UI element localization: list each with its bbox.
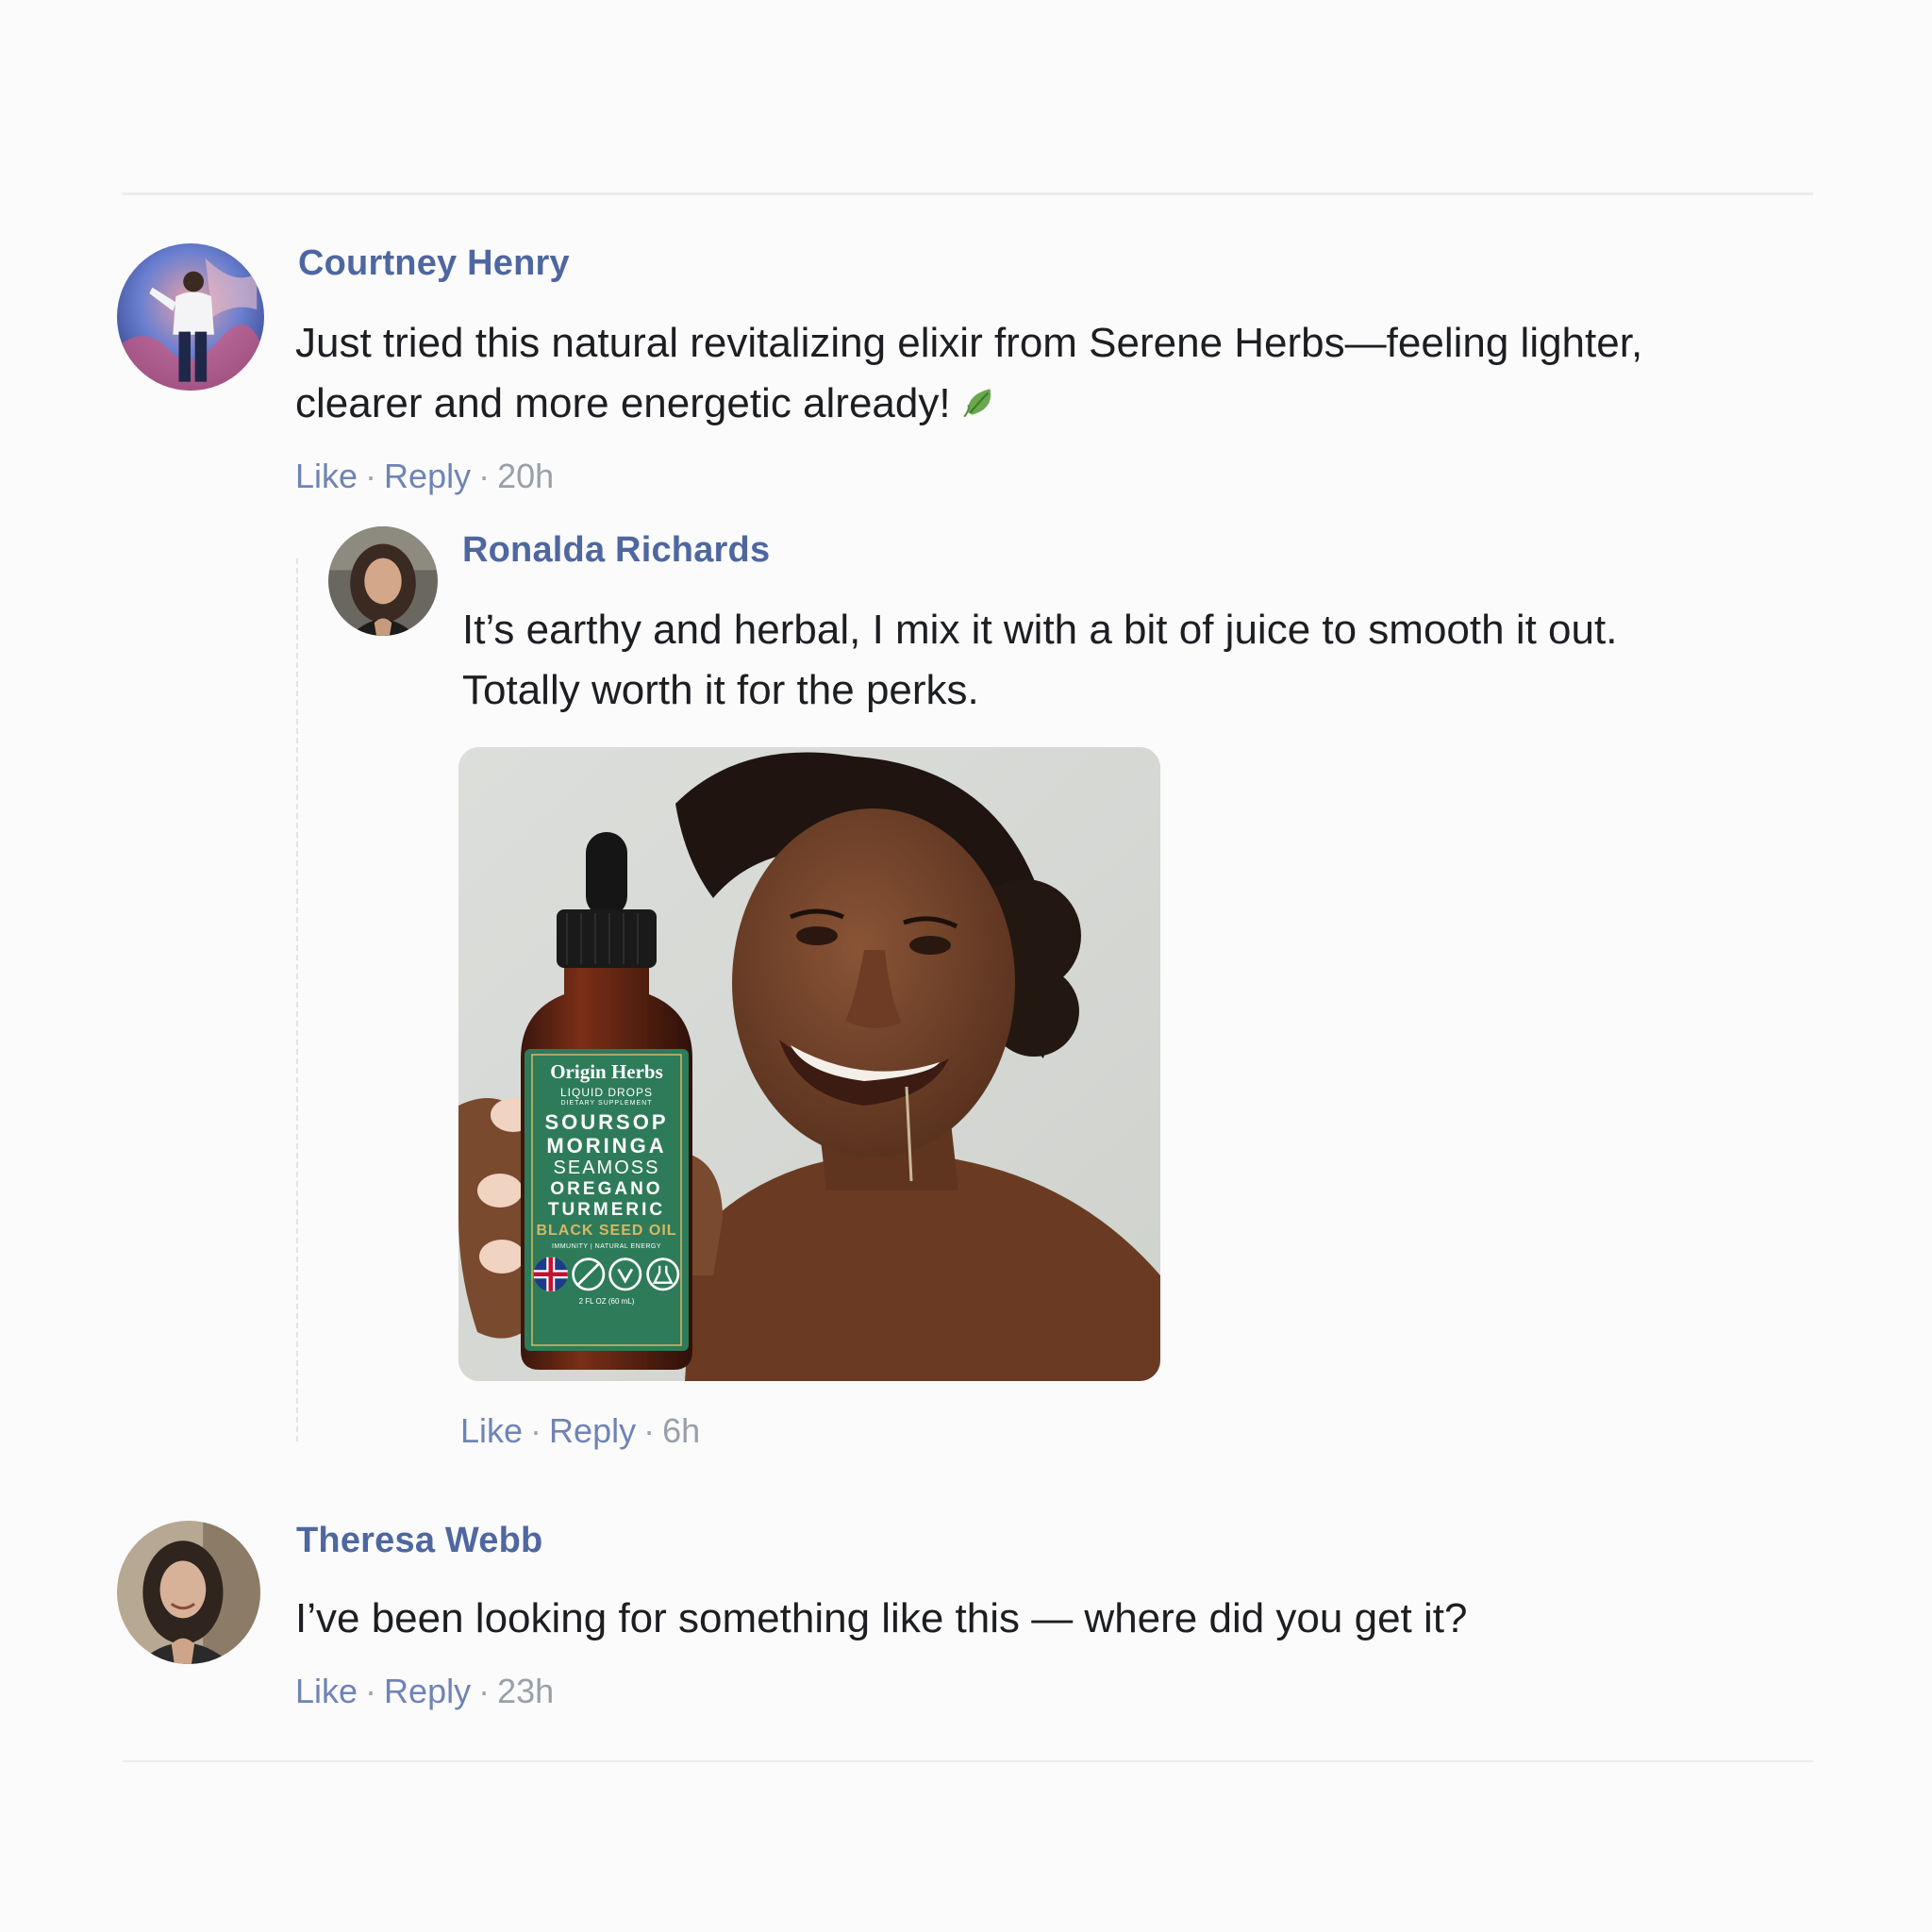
separator-dot: · xyxy=(478,457,491,495)
comment-actions: Like · Reply · 6h xyxy=(460,1411,700,1451)
product-type: DIETARY SUPPLEMENT xyxy=(560,1100,653,1107)
avatar[interactable] xyxy=(328,526,438,636)
separator-dot: · xyxy=(365,1672,377,1710)
vegan-icon xyxy=(608,1257,642,1291)
ingredient-5: TURMERIC xyxy=(547,1200,666,1220)
comment-text-line-2-content: clearer and more energetic already! xyxy=(295,380,951,426)
avatar-theresa-image xyxy=(117,1521,260,1664)
comment-text: Just tried this natural revitalizing eli… xyxy=(295,313,1642,434)
separator-dot: · xyxy=(643,1411,656,1450)
reply-button[interactable]: Reply xyxy=(384,1672,471,1710)
ingredient-2: MORINGA xyxy=(546,1134,667,1158)
separator-dot: · xyxy=(478,1672,491,1710)
ingredient-1: SOURSOP xyxy=(544,1110,669,1134)
ingredient-3: SEAMOSS xyxy=(553,1158,660,1178)
allergen-free-icon xyxy=(571,1257,605,1291)
timestamp: 6h xyxy=(662,1411,701,1450)
comment-text-line-1: It’s earthy and herbal, I mix it with a … xyxy=(462,607,1618,653)
product-benefits: IMMUNITY | NATURAL ENERGY xyxy=(551,1243,662,1250)
bottom-divider xyxy=(123,1760,1813,1762)
product-volume: 2 FL OZ (60 mL) xyxy=(578,1296,635,1306)
lab-tested-icon xyxy=(645,1257,679,1291)
attached-photo[interactable]: Origin Herbs LIQUID DROPS DIETARY SUPPLE… xyxy=(458,747,1160,1381)
separator-dot: · xyxy=(530,1411,542,1450)
reply-button[interactable]: Reply xyxy=(384,457,471,495)
timestamp: 20h xyxy=(497,457,555,495)
ingredient-4: OREGANO xyxy=(550,1179,663,1199)
reply-button[interactable]: Reply xyxy=(549,1411,636,1450)
separator-dot: · xyxy=(365,457,377,495)
like-button[interactable]: Like xyxy=(295,457,358,495)
product-label: Origin Herbs LIQUID DROPS DIETARY SUPPLE… xyxy=(526,1058,687,1306)
avatar[interactable] xyxy=(117,243,264,391)
reply-thread-line xyxy=(296,558,298,1441)
product-highlight: BLACK SEED OIL xyxy=(536,1223,677,1239)
comment-actions: Like · Reply · 20h xyxy=(295,457,554,496)
comment-actions: Like · Reply · 23h xyxy=(295,1672,554,1711)
timestamp: 23h xyxy=(497,1672,555,1710)
comment-text: It’s earthy and herbal, I mix it with a … xyxy=(462,600,1617,721)
product-badges xyxy=(526,1256,687,1293)
comment-author[interactable]: Ronalda Richards xyxy=(462,530,770,571)
comment-text-line-1: I’ve been looking for something like thi… xyxy=(295,1595,1468,1641)
top-divider xyxy=(123,192,1813,195)
comment-text: I’ve been looking for something like thi… xyxy=(295,1589,1467,1649)
like-button[interactable]: Like xyxy=(460,1411,523,1450)
comment-author[interactable]: Theresa Webb xyxy=(296,1521,542,1561)
avatar[interactable] xyxy=(117,1521,260,1664)
like-button[interactable]: Like xyxy=(295,1672,358,1710)
avatar-ronalda-image xyxy=(328,526,438,636)
comment-author[interactable]: Courtney Henry xyxy=(298,243,570,284)
uk-flag-icon xyxy=(533,1257,568,1291)
comment-text-line-1: Just tried this natural revitalizing eli… xyxy=(295,320,1643,366)
product-brand: Origin Herbs xyxy=(550,1060,663,1083)
leaf-icon xyxy=(962,389,991,418)
avatar-courtney-image xyxy=(117,243,264,391)
comment-text-line-2: clearer and more energetic already! xyxy=(295,374,1642,434)
comment-text-line-2: Totally worth it for the perks. xyxy=(462,667,979,713)
product-subtitle: LIQUID DROPS xyxy=(559,1086,653,1099)
